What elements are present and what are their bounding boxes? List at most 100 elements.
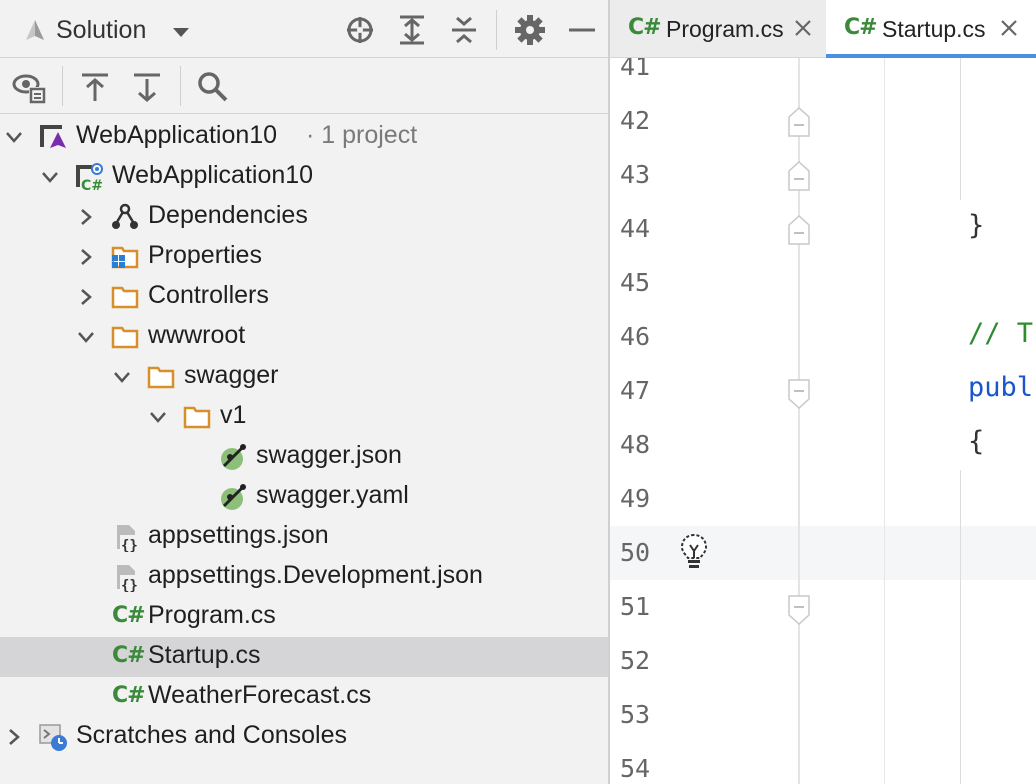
tab-program-cs[interactable]: C# Program.cs (610, 0, 826, 58)
chevron-right-icon[interactable] (4, 727, 24, 747)
csharp-file-icon: C# (112, 603, 146, 628)
tree-item-label: swagger (184, 361, 279, 389)
chevron-right-icon[interactable] (76, 207, 96, 227)
collapse-all-icon[interactable] (448, 14, 480, 46)
solution-panel-header: Solution (0, 0, 608, 58)
indent-guide (884, 58, 885, 784)
openapi-file-icon (221, 484, 246, 510)
line-number: 44 (620, 214, 651, 243)
show-files-icon[interactable] (12, 70, 46, 104)
tree-item-appsettings-json[interactable]: {} appsettings.json (0, 517, 608, 557)
locate-icon[interactable] (344, 14, 376, 46)
csharp-file-icon: C# (844, 15, 878, 40)
chevron-down-icon[interactable] (40, 167, 60, 187)
chevron-down-icon[interactable] (170, 22, 192, 42)
tree-item-swagger-yaml[interactable]: swagger.yaml (0, 477, 608, 517)
tree-item-label: Controllers (148, 281, 269, 309)
chevron-down-icon[interactable] (4, 127, 24, 147)
dependencies-icon (112, 203, 138, 229)
indent-guide (960, 470, 961, 784)
move-down-icon[interactable] (130, 70, 164, 104)
line-number: 43 (620, 160, 651, 189)
search-icon[interactable] (196, 70, 230, 104)
toolbar-separator (496, 10, 497, 50)
tab-startup-cs[interactable]: C# Startup.cs (826, 0, 1036, 58)
code-keyword: publ (968, 372, 1034, 403)
editor-tabs: C# Program.cs C# Startup.cs (610, 0, 1036, 58)
tree-item-swagger-json[interactable]: swagger.json (0, 437, 608, 477)
svg-text:{}: {} (121, 538, 138, 552)
tree-item-appsettings-development-json[interactable]: {} appsettings.Development.json (0, 557, 608, 597)
line-number: 46 (620, 322, 651, 351)
tree-item-label: v1 (220, 401, 247, 429)
gear-icon[interactable] (514, 14, 546, 46)
tree-item-swagger-folder[interactable]: swagger (0, 357, 608, 397)
tree-item-label: appsettings.json (148, 521, 329, 549)
solution-icon (26, 20, 44, 40)
line-number: 51 (620, 592, 651, 621)
tree-item-v1-folder[interactable]: v1 (0, 397, 608, 437)
chevron-right-icon[interactable] (76, 247, 96, 267)
openapi-file-icon (221, 444, 246, 470)
fold-end-icon[interactable] (788, 215, 810, 245)
minimize-icon[interactable] (566, 14, 598, 46)
project-name: WebApplication10 (112, 161, 314, 189)
close-icon[interactable] (792, 17, 814, 39)
editor-panel: C# Program.cs C# Startup.cs 41 42 43 44 (610, 0, 1036, 784)
tree-item-project[interactable]: C# WebApplication10 (0, 157, 608, 197)
chevron-down-icon[interactable] (76, 327, 96, 347)
move-up-icon[interactable] (78, 70, 112, 104)
code-close-brace: } (968, 210, 985, 241)
tree-item-label: Program.cs (148, 601, 276, 629)
lightbulb-icon[interactable] (678, 532, 710, 572)
tree-item-controllers[interactable]: Controllers (0, 277, 608, 317)
chevron-down-icon[interactable] (112, 367, 132, 387)
solution-explorer-panel: Solution WebApplication10 · 1 project C#… (0, 0, 608, 784)
tree-item-startup-cs[interactable]: C# Startup.cs (0, 637, 608, 677)
fold-start-icon[interactable] (788, 379, 810, 409)
tree-item-label: Properties (148, 241, 262, 269)
current-line-highlight (610, 526, 1036, 580)
folder-icon (183, 406, 211, 429)
fold-end-icon[interactable] (788, 161, 810, 191)
tab-label: Program.cs (666, 16, 784, 42)
line-number: 42 (620, 106, 651, 135)
tree-item-scratches[interactable]: Scratches and Consoles (0, 717, 608, 757)
line-number: 50 (620, 538, 651, 567)
tree-item-label: swagger.yaml (256, 481, 409, 509)
chevron-down-icon[interactable] (148, 407, 168, 427)
tree-item-label: Scratches and Consoles (76, 721, 347, 749)
fold-start-icon[interactable] (788, 595, 810, 625)
properties-folder-icon (111, 246, 139, 269)
solution-file-icon (40, 125, 66, 148)
tree-item-solution[interactable]: WebApplication10 · 1 project (0, 117, 608, 157)
scratches-icon (39, 724, 67, 751)
toolbar-separator (62, 66, 63, 106)
code-open-brace: { (968, 426, 985, 457)
chevron-right-icon[interactable] (76, 287, 96, 307)
line-number: 47 (620, 376, 651, 405)
close-icon[interactable] (998, 17, 1020, 39)
json-file-icon: {} (117, 525, 138, 552)
line-number: 45 (620, 268, 651, 297)
solution-name: WebApplication10 (76, 121, 278, 149)
tree-item-label: Startup.cs (148, 641, 261, 669)
tree-item-label: appsettings.Development.json (148, 561, 483, 589)
tab-label: Startup.cs (882, 16, 986, 42)
line-number: 53 (620, 700, 651, 729)
json-file-icon: {} (117, 565, 138, 592)
tree-item-wwwroot[interactable]: wwwroot (0, 317, 608, 357)
tree-item-label: Dependencies (148, 201, 308, 229)
tree-item-properties[interactable]: Properties (0, 237, 608, 277)
csharp-file-icon: C# (628, 15, 662, 40)
line-number: 41 (620, 58, 651, 81)
tree-item-program-cs[interactable]: C# Program.cs (0, 597, 608, 637)
svg-text:{}: {} (121, 578, 138, 592)
solution-view-selector[interactable]: Solution (56, 16, 146, 45)
toolbar-separator (180, 66, 181, 106)
fold-end-icon[interactable] (788, 107, 810, 137)
tree-item-weatherforecast-cs[interactable]: C# WeatherForecast.cs (0, 677, 608, 717)
expand-all-icon[interactable] (396, 14, 428, 46)
code-editor[interactable]: 41 42 43 44 45 46 47 48 49 50 51 52 53 5… (610, 58, 1036, 784)
tree-item-dependencies[interactable]: Dependencies (0, 197, 608, 237)
